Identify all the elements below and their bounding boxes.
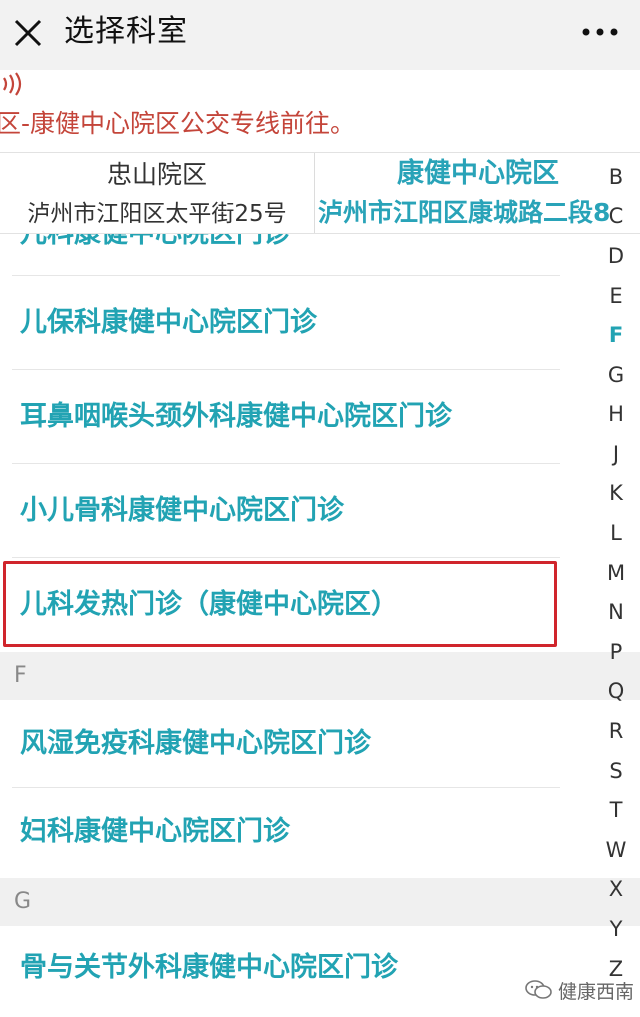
index-letter[interactable]: K	[596, 478, 636, 508]
section-header-f: F	[0, 652, 640, 700]
department-list: 儿科康健中心院区门诊 儿保科康健中心院区门诊 耳鼻咽喉头颈外科康健中心院区门诊 …	[0, 234, 640, 1017]
index-letter[interactable]: W	[596, 835, 636, 865]
index-letter[interactable]: N	[596, 597, 636, 627]
more-icon[interactable]	[580, 22, 620, 42]
index-letter[interactable]: H	[596, 399, 636, 429]
title-bar: 选择科室	[0, 0, 640, 70]
tab-name: 康健中心院区	[397, 158, 559, 189]
section-header-g: G	[0, 878, 640, 926]
watermark: 健康西南	[524, 973, 634, 1007]
index-letter[interactable]: C	[596, 201, 636, 231]
index-letter[interactable]: R	[596, 716, 636, 746]
index-letter[interactable]: T	[596, 795, 636, 825]
alphabet-index[interactable]: B C D E F G H J K L M N P Q R S T W X Y …	[596, 162, 636, 992]
campus-tabs: 忠山院区 泸州市江阳区太平街25号 康健中心院区 泸州市江阳区康城路二段8	[0, 152, 640, 234]
department-label: 风湿免疫科康健中心院区门诊	[20, 728, 371, 759]
tab-address: 泸州市江阳区太平街25号	[27, 201, 287, 227]
notice-text: 区-康健中心院区公交专线前往。	[0, 109, 356, 138]
close-icon[interactable]	[10, 15, 46, 51]
index-letter[interactable]: B	[596, 162, 636, 192]
department-label: 儿科康健中心院区门诊	[20, 234, 290, 254]
department-label: 骨与关节外科康健中心院区门诊	[20, 952, 398, 983]
index-letter[interactable]: M	[596, 558, 636, 588]
index-letter[interactable]: D	[596, 241, 636, 271]
tab-kangjian-campus[interactable]: 康健中心院区 泸州市江阳区康城路二段8	[316, 153, 640, 233]
highlight-box	[3, 561, 557, 647]
speaker-icon	[3, 72, 22, 96]
department-label: 小儿骨科康健中心院区门诊	[20, 495, 344, 526]
notice-banner: 区-康健中心院区公交专线前往。	[0, 70, 640, 152]
page-title: 选择科室	[64, 14, 188, 49]
tab-zhongshan-campus[interactable]: 忠山院区 泸州市江阳区太平街25号	[0, 153, 315, 233]
index-letter[interactable]: Q	[596, 676, 636, 706]
index-letter[interactable]: G	[596, 360, 636, 390]
section-letter: G	[14, 889, 32, 914]
tab-address: 泸州市江阳区康城路二段8	[318, 198, 611, 227]
department-label: 儿保科康健中心院区门诊	[20, 307, 317, 338]
index-letter[interactable]: J	[596, 439, 636, 469]
index-letter-active[interactable]: F	[596, 320, 636, 350]
wechat-icon	[525, 980, 552, 999]
list-item[interactable]: 骨与关节外科康健中心院区门诊	[12, 926, 560, 1017]
index-letter[interactable]: L	[596, 518, 636, 548]
list-item[interactable]: 耳鼻咽喉头颈外科康健中心院区门诊	[12, 370, 560, 464]
department-label: 妇科康健中心院区门诊	[20, 816, 290, 847]
section-letter: F	[14, 663, 27, 688]
index-letter[interactable]: Y	[596, 914, 636, 944]
list-item[interactable]: 妇科康健中心院区门诊	[12, 788, 560, 878]
index-letter[interactable]: P	[596, 637, 636, 667]
list-item[interactable]: 风湿免疫科康健中心院区门诊	[12, 700, 560, 788]
list-item[interactable]: 儿保科康健中心院区门诊	[12, 276, 560, 370]
tab-name: 忠山院区	[106, 160, 207, 189]
list-item[interactable]: 小儿骨科康健中心院区门诊	[12, 464, 560, 558]
list-item[interactable]: 儿科康健中心院区门诊	[12, 234, 560, 276]
index-letter[interactable]: X	[596, 874, 636, 904]
index-letter[interactable]: S	[596, 756, 636, 786]
watermark-text: 健康西南	[557, 980, 634, 1003]
index-letter[interactable]: E	[596, 281, 636, 311]
department-label: 耳鼻咽喉头颈外科康健中心院区门诊	[20, 401, 452, 432]
